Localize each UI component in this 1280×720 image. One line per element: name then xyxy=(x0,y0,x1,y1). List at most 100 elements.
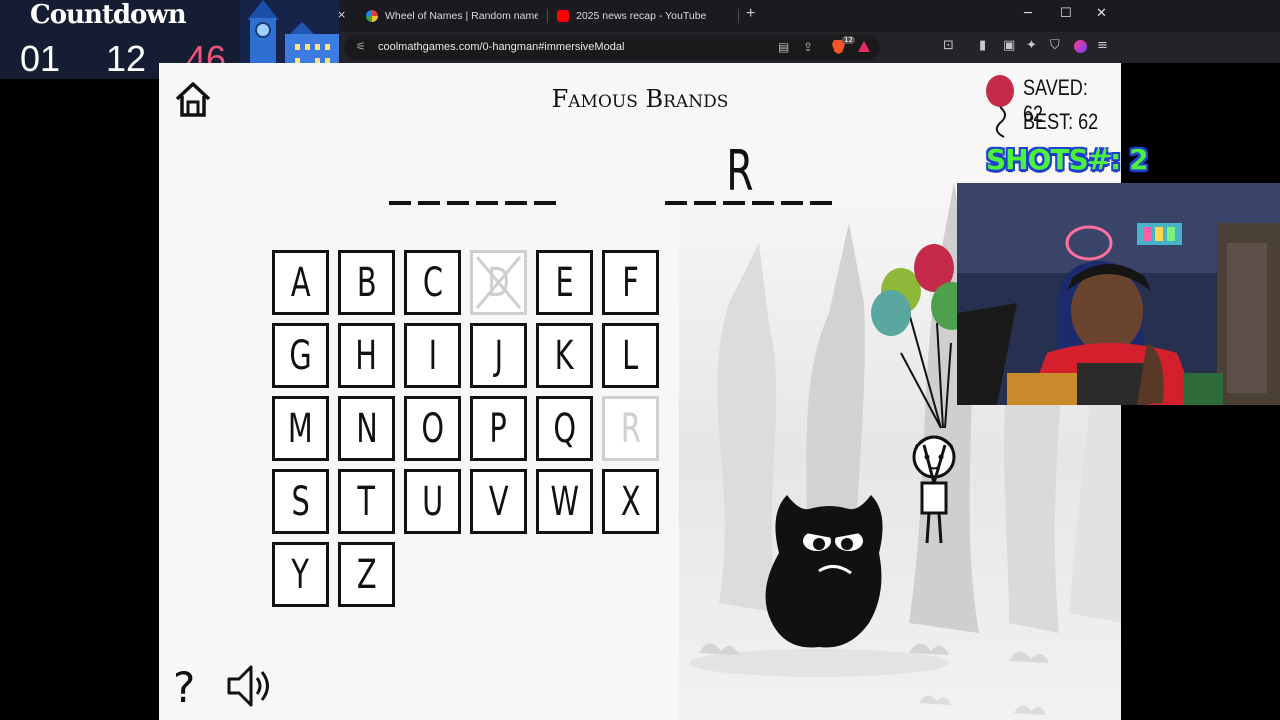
key-letter: T xyxy=(357,478,376,525)
letter-slot xyxy=(534,201,556,205)
best-score: BEST: 62 xyxy=(1023,109,1099,134)
key-o[interactable]: O xyxy=(404,396,461,461)
key-z[interactable]: Z xyxy=(338,542,395,607)
key-letter: G xyxy=(289,332,312,379)
letter-slot xyxy=(810,201,832,205)
streamer-camera-image xyxy=(957,183,1280,405)
letter-slot xyxy=(389,201,411,205)
key-r[interactable]: R xyxy=(602,396,659,461)
reader-mode-icon[interactable]: ▤ xyxy=(778,40,789,54)
key-letter: J xyxy=(494,332,503,379)
key-i[interactable]: I xyxy=(404,323,461,388)
countdown-minutes: 12 xyxy=(106,38,147,79)
key-y[interactable]: Y xyxy=(272,542,329,607)
extensions-icon[interactable]: ✦ xyxy=(1026,38,1037,53)
letter-slot xyxy=(505,201,527,205)
tab-youtube[interactable]: 2025 news recap - YouTube xyxy=(557,5,737,27)
letter-slot xyxy=(476,201,498,205)
key-t[interactable]: T xyxy=(338,469,395,534)
key-b[interactable]: B xyxy=(338,250,395,315)
key-letter: F xyxy=(622,259,639,306)
key-l[interactable]: L xyxy=(602,323,659,388)
share-icon[interactable]: ⇪ xyxy=(803,40,813,54)
key-letter: E xyxy=(555,259,574,306)
key-letter: Q xyxy=(553,405,576,452)
key-k[interactable]: K xyxy=(536,323,593,388)
key-letter: K xyxy=(555,332,574,379)
key-w[interactable]: W xyxy=(536,469,593,534)
key-q[interactable]: Q xyxy=(536,396,593,461)
balloon-icon xyxy=(986,75,1014,138)
menu-icon[interactable]: ≡ xyxy=(1097,38,1108,53)
key-letter: N xyxy=(355,405,378,452)
category-title: Famous Brands xyxy=(551,85,729,113)
letter-slot xyxy=(694,201,716,205)
castle-window xyxy=(295,44,300,50)
clock-face-icon xyxy=(255,22,271,38)
letter-slot xyxy=(418,201,440,205)
screenshot-icon[interactable]: ⊡ xyxy=(943,38,954,53)
key-letter: I xyxy=(428,332,437,379)
key-letter: X xyxy=(620,478,641,525)
revealed-letter: R xyxy=(726,139,754,204)
balloon xyxy=(871,290,911,336)
word-display: R xyxy=(389,139,909,205)
url-text[interactable]: coolmathgames.com/0-hangman#immersiveMod… xyxy=(378,41,624,53)
tab-title: Wheel of Names | Random name pic xyxy=(385,10,538,22)
countdown-title: Countdown xyxy=(30,0,187,30)
address-bar[interactable]: ⚟ coolmathgames.com/0-hangman#immersiveM… xyxy=(344,35,880,60)
key-x[interactable]: X xyxy=(602,469,659,534)
key-letter: O xyxy=(421,405,444,452)
key-s[interactable]: S xyxy=(272,469,329,534)
cross-icon xyxy=(475,256,522,309)
tab-divider xyxy=(547,9,548,23)
key-g[interactable]: G xyxy=(272,323,329,388)
key-j[interactable]: J xyxy=(470,323,527,388)
wallet-icon[interactable]: ▣ xyxy=(1003,38,1015,53)
key-letter: S xyxy=(291,478,310,525)
key-n[interactable]: N xyxy=(338,396,395,461)
tab-wheel-of-names[interactable]: Wheel of Names | Random name pic xyxy=(366,5,538,27)
key-letter: V xyxy=(488,478,509,525)
key-h[interactable]: H xyxy=(338,323,395,388)
letter-slot xyxy=(447,201,469,205)
letter-slot xyxy=(665,201,687,205)
minimize-button[interactable]: ─ xyxy=(1024,6,1032,21)
key-f[interactable]: F xyxy=(602,250,659,315)
brave-rewards-icon[interactable] xyxy=(858,41,870,52)
webcam-feed xyxy=(957,183,1280,405)
key-letter: Y xyxy=(291,551,310,598)
key-letter: P xyxy=(489,405,508,452)
letter-slot xyxy=(752,201,774,205)
new-tab-button[interactable]: + xyxy=(746,5,755,23)
maximize-button[interactable]: ☐ xyxy=(1060,6,1072,21)
key-a[interactable]: A xyxy=(272,250,329,315)
key-letter: R xyxy=(620,405,641,452)
key-v[interactable]: V xyxy=(470,469,527,534)
key-letter: H xyxy=(355,332,378,379)
castle-window xyxy=(305,44,310,50)
key-letter: U xyxy=(421,478,444,525)
help-icon[interactable]: ? xyxy=(173,663,195,712)
key-letter: M xyxy=(288,405,313,452)
key-d[interactable]: D xyxy=(470,250,527,315)
key-m[interactable]: M xyxy=(272,396,329,461)
youtube-favicon-icon xyxy=(557,10,569,22)
key-c[interactable]: C xyxy=(404,250,461,315)
letter-slot xyxy=(781,201,803,205)
key-letter: W xyxy=(550,478,579,525)
wheel-favicon-icon xyxy=(366,10,378,22)
key-u[interactable]: U xyxy=(404,469,461,534)
site-settings-icon[interactable]: ⚟ xyxy=(356,40,366,53)
close-window-button[interactable]: ✕ xyxy=(1096,6,1107,21)
key-letter: C xyxy=(422,259,443,306)
key-letter: A xyxy=(290,259,311,306)
castle-window xyxy=(325,44,330,50)
sidebar-icon[interactable]: ▮ xyxy=(979,38,986,53)
leo-ai-icon[interactable] xyxy=(1074,40,1087,53)
sound-icon[interactable] xyxy=(225,663,273,709)
vpn-shield-icon[interactable]: ⛉ xyxy=(1050,38,1060,53)
key-e[interactable]: E xyxy=(536,250,593,315)
key-p[interactable]: P xyxy=(470,396,527,461)
castle-window xyxy=(315,44,320,50)
